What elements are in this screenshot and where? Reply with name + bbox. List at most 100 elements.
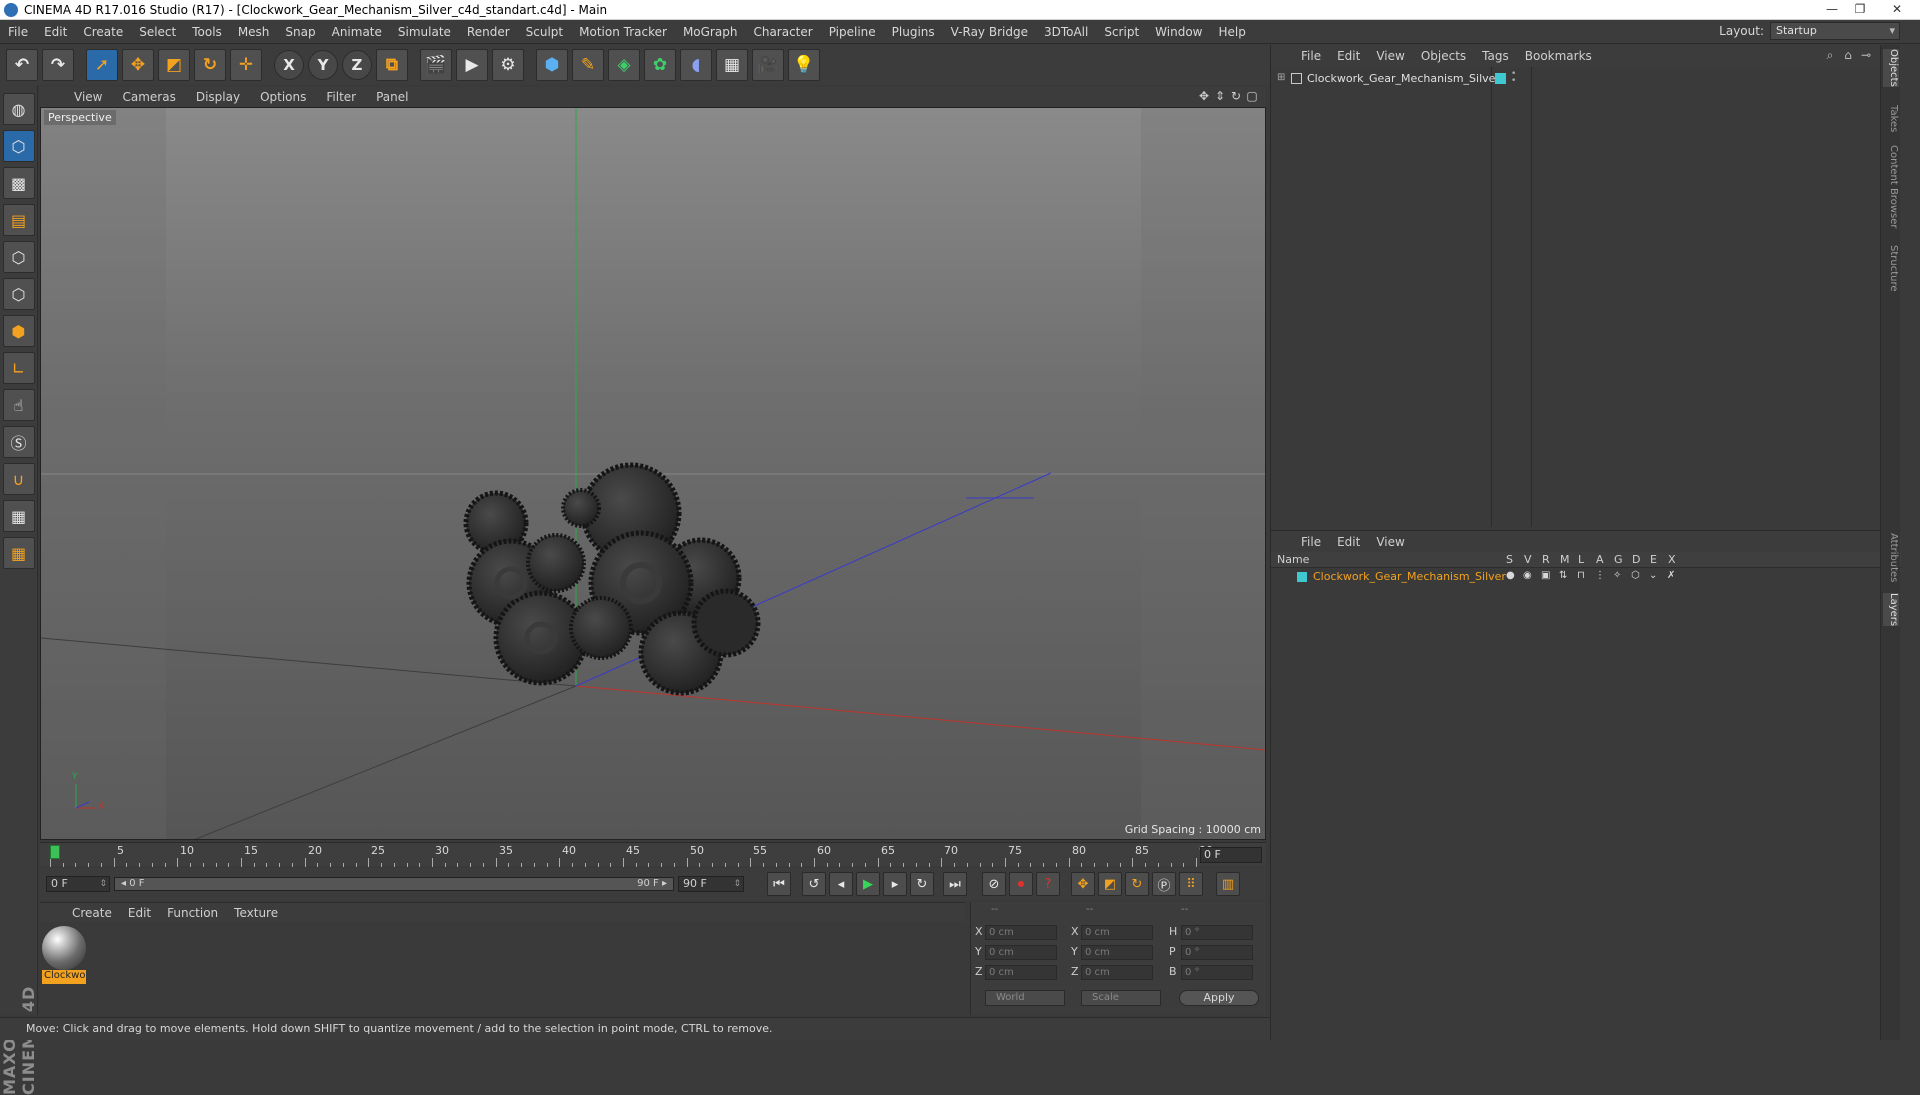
menu-select[interactable]: Select xyxy=(131,20,184,44)
material-name-label[interactable]: Clockwo xyxy=(42,970,86,984)
size-y-field[interactable]: 0 cm xyxy=(1081,945,1153,960)
planar-workplane-icon[interactable]: ▦ xyxy=(2,537,35,569)
3d-viewport[interactable]: Perspective Y X Grid Spacing : 10000 cm xyxy=(40,107,1266,840)
position-x-field[interactable]: 0 cm xyxy=(985,925,1057,940)
undo-icon[interactable]: ↶ xyxy=(6,49,38,81)
home-icon[interactable]: ⌂ xyxy=(1839,48,1857,63)
viewport-menu-panel[interactable]: Panel xyxy=(366,90,418,104)
menu-snap[interactable]: Snap xyxy=(277,20,323,44)
menu-character[interactable]: Character xyxy=(745,20,820,44)
menu-create[interactable]: Create xyxy=(75,20,131,44)
render-view-icon[interactable]: 🎬 xyxy=(420,49,452,81)
deformer-icon[interactable]: ◖ xyxy=(680,49,712,81)
tab-attributes[interactable]: Attributes xyxy=(1883,533,1899,582)
menu-plugins[interactable]: Plugins xyxy=(884,20,943,44)
key-position-icon[interactable]: ✥ xyxy=(1071,872,1095,896)
menu-edit[interactable]: Edit xyxy=(36,20,75,44)
cloner-icon[interactable]: ✿ xyxy=(644,49,676,81)
transform-tool-icon[interactable]: ✛ xyxy=(230,49,262,81)
om-menu-file[interactable]: File xyxy=(1293,49,1329,63)
viewport-menu-filter[interactable]: Filter xyxy=(316,90,366,104)
rotation-b-field[interactable]: 0 ° xyxy=(1181,965,1253,980)
link-icon[interactable]: ⊸ xyxy=(1857,48,1875,63)
menu-animate[interactable]: Animate xyxy=(324,20,390,44)
tab-layers[interactable]: Layers xyxy=(1883,593,1899,627)
size-z-field[interactable]: 0 cm xyxy=(1081,965,1153,980)
menu-simulate[interactable]: Simulate xyxy=(390,20,459,44)
timeline-ruler[interactable]: 051015202530354045505560657075808590 0 F xyxy=(40,842,1266,867)
end-frame-field[interactable]: 90 F xyxy=(678,876,744,892)
viewport-menu-view[interactable]: View xyxy=(64,90,112,104)
menu-mesh[interactable]: Mesh xyxy=(230,20,278,44)
maximize-button[interactable]: ❐ xyxy=(1846,0,1874,18)
menu-render[interactable]: Render xyxy=(459,20,518,44)
next-frame-icon[interactable]: ▸ xyxy=(883,872,907,896)
cube-primitive-icon[interactable]: ⬢ xyxy=(536,49,568,81)
visibility-dots-icon[interactable]: • • xyxy=(1511,70,1516,86)
render-visible-icon[interactable]: ▣ xyxy=(1541,570,1550,581)
om-menu-edit[interactable]: Edit xyxy=(1329,49,1368,63)
lm-menu-edit[interactable]: Edit xyxy=(1329,535,1368,549)
scale-tool-icon[interactable]: ◩ xyxy=(158,49,190,81)
layer-name[interactable]: Clockwork_Gear_Mechanism_Silver xyxy=(1313,570,1506,583)
generators-icon[interactable]: ✧ xyxy=(1613,570,1621,581)
search-icon[interactable]: ⌕ xyxy=(1821,48,1839,63)
viewport-menu-display[interactable]: Display xyxy=(186,90,250,104)
tab-structure[interactable]: Structure xyxy=(1883,245,1899,292)
pen-spline-icon[interactable]: ✎ xyxy=(572,49,604,81)
previous-frame-icon[interactable]: ◂ xyxy=(829,872,853,896)
layout-select[interactable]: Startup xyxy=(1770,22,1900,40)
menu-tools[interactable]: Tools xyxy=(184,20,230,44)
play-forward-icon[interactable]: ▶ xyxy=(856,872,880,896)
om-menu-bookmarks[interactable]: Bookmarks xyxy=(1517,49,1600,63)
viewport-menu-cameras[interactable]: Cameras xyxy=(112,90,185,104)
render-settings-icon[interactable]: ⚙ xyxy=(492,49,524,81)
toggle-view-icon[interactable]: ▢ xyxy=(1244,89,1260,103)
size-x-field[interactable]: 0 cm xyxy=(1081,925,1153,940)
autokeying-icon[interactable]: ? xyxy=(1036,872,1060,896)
om-menu-tags[interactable]: Tags xyxy=(1474,49,1517,63)
position-y-field[interactable]: 0 cm xyxy=(985,945,1057,960)
menu-sculpt[interactable]: Sculpt xyxy=(518,20,571,44)
tweak-mode-icon[interactable]: ☝ xyxy=(2,389,35,421)
current-frame-field[interactable]: 0 F xyxy=(1200,847,1262,863)
magnet-icon[interactable]: ∪ xyxy=(2,463,35,495)
material-thumbnail[interactable] xyxy=(42,926,86,970)
menu-file[interactable]: File xyxy=(0,20,36,44)
texture-mode-icon[interactable]: ▩ xyxy=(2,167,35,199)
snap-icon[interactable]: Ⓢ xyxy=(2,426,35,458)
material-menu-create[interactable]: Create xyxy=(64,906,120,920)
y-axis-lock-icon[interactable]: Y xyxy=(308,50,338,80)
rotate-tool-icon[interactable]: ↻ xyxy=(194,49,226,81)
z-axis-lock-icon[interactable]: Z xyxy=(342,50,372,80)
om-menu-view[interactable]: View xyxy=(1368,49,1412,63)
material-menu-edit[interactable]: Edit xyxy=(120,906,159,920)
menu-pipeline[interactable]: Pipeline xyxy=(821,20,884,44)
menu-help[interactable]: Help xyxy=(1210,20,1253,44)
xref-icon[interactable]: ✗ xyxy=(1667,570,1675,581)
timeline-playhead[interactable] xyxy=(50,845,60,859)
timeline-window-icon[interactable]: ▥ xyxy=(1216,872,1240,896)
previous-keyframe-icon[interactable]: ↺ xyxy=(802,872,826,896)
solo-icon[interactable]: ● xyxy=(1506,570,1515,581)
make-editable-icon[interactable]: ◍ xyxy=(2,93,35,125)
om-menu-objects[interactable]: Objects xyxy=(1413,49,1474,63)
next-keyframe-icon[interactable]: ↻ xyxy=(910,872,934,896)
lm-menu-view[interactable]: View xyxy=(1368,535,1412,549)
pan-view-icon[interactable]: ✥ xyxy=(1196,89,1212,103)
animation-icon[interactable]: ⋮ xyxy=(1595,570,1605,581)
deformers-icon[interactable]: ⬡ xyxy=(1631,570,1640,581)
apply-button[interactable]: Apply xyxy=(1179,990,1259,1006)
go-to-start-icon[interactable]: ⏮ xyxy=(767,872,791,896)
polygons-mode-icon[interactable]: ⬢ xyxy=(2,315,35,347)
rotation-h-field[interactable]: 0 ° xyxy=(1181,925,1253,940)
points-mode-icon[interactable]: ⬡ xyxy=(2,241,35,273)
menu-vray-bridge[interactable]: V-Ray Bridge xyxy=(943,20,1036,44)
tab-objects[interactable]: Objects xyxy=(1883,49,1899,87)
minimize-button[interactable]: — xyxy=(1818,0,1846,18)
layer-color-tag-icon[interactable] xyxy=(1495,73,1506,84)
orbit-view-icon[interactable]: ↻ xyxy=(1228,89,1244,103)
clockwork-gear-model[interactable] xyxy=(463,462,761,696)
x-axis-lock-icon[interactable]: X xyxy=(274,50,304,80)
menu-window[interactable]: Window xyxy=(1147,20,1210,44)
